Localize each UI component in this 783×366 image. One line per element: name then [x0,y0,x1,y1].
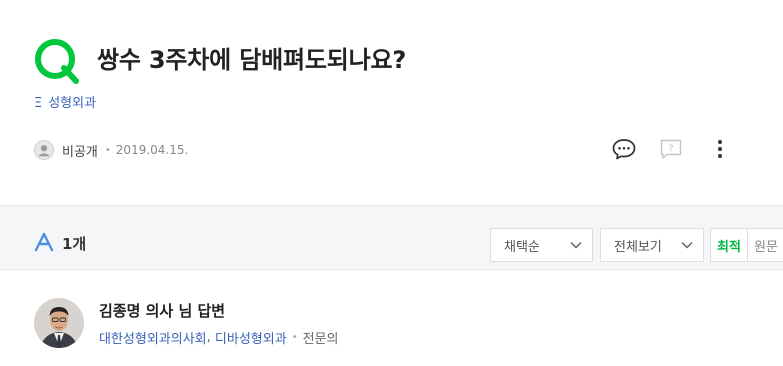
a-logo-icon [34,232,54,252]
affiliation-separator: , [206,330,211,345]
sort-select-value: 채택순 [504,239,540,255]
category-tag-icon: Ξ [34,96,43,111]
latest-toggle[interactable]: 최적 [710,228,748,262]
answer-item: 김종명 의사 님 답변 대한성형외과의사회, 디바성형외과 • 전문의 [0,271,783,366]
doctor-avatar[interactable] [34,298,84,348]
q-logo-icon [35,39,79,84]
answerer-affiliation: 대한성형외과의사회, 디바성형외과 • 전문의 [99,328,338,347]
chevron-down-icon [570,241,582,249]
category-link[interactable]: Ξ 성형외과 [34,92,96,111]
affiliation-link-1[interactable]: 대한성형외과의사회 [99,328,207,347]
affiliation-dot: • [291,332,298,343]
answer-count: 1개 [62,235,87,253]
more-icon[interactable] [712,137,728,161]
question-title: 쌍수 3주차에 담배펴도되나요? [97,46,407,74]
post-date: 2019.04.15. [115,143,189,157]
original-toggle[interactable]: 원문 [747,228,783,262]
author-name: 비공개 [62,144,98,160]
meta-dot: • [104,144,111,156]
affiliation-link-2[interactable]: 디바성형외과 [215,328,287,347]
answerer-role: 전문의 [302,332,339,347]
answerer-name: 김종명 의사 님 답변 [99,302,226,320]
avatar-icon [34,140,54,160]
question-meta: 비공개 • 2019.04.15. [34,139,188,161]
category-label: 성형외과 [48,96,97,111]
comment-icon[interactable] [611,137,637,161]
sort-select[interactable]: 채택순 [490,228,593,262]
report-icon[interactable]: ? [659,137,683,161]
chevron-down-icon [681,241,693,249]
view-select[interactable]: 전체보기 [600,228,704,262]
question-section: 쌍수 3주차에 담배펴도되나요? Ξ 성형외과 비공개 • 2019.04.15.… [0,0,783,205]
answers-header: 1개 채택순 전체보기 최적 원문 [0,205,783,270]
view-select-value: 전체보기 [614,239,662,255]
svg-text:?: ? [668,144,673,155]
